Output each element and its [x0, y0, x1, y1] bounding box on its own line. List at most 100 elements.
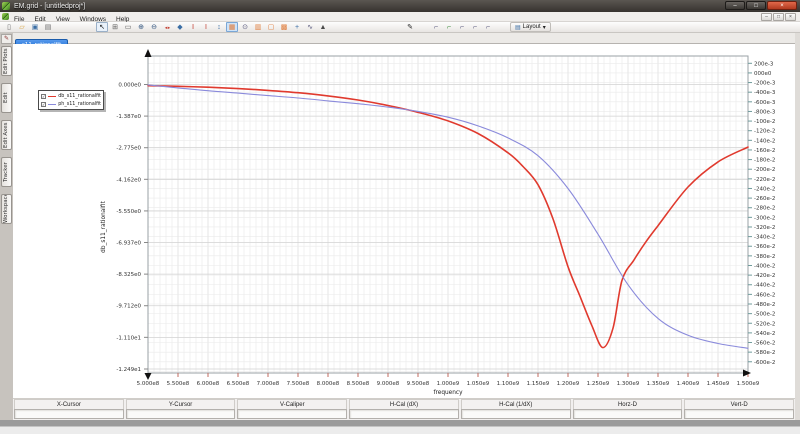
grid — [148, 56, 748, 373]
measure-header[interactable]: H-Cal (1/dX) — [461, 399, 571, 409]
open-folder-icon[interactable]: ▱ — [16, 22, 28, 32]
smooth-curve-icon[interactable]: ∿ — [304, 22, 316, 32]
sidebar-tab-edit-graph[interactable]: Edit Graph — [1, 83, 12, 113]
left-tick-label: 0.000e0 — [118, 83, 141, 89]
select-arrow-icon[interactable]: ↖ — [96, 22, 108, 32]
right-tick-label: 200e-3 — [754, 61, 774, 67]
edit-pencil-icon[interactable]: ✎ — [1, 34, 12, 44]
right-tick-label: -340e-2 — [754, 235, 775, 241]
right-tick-label: -800e-3 — [754, 109, 776, 115]
left-tick-label: -1.249e1 — [116, 367, 141, 373]
axis-ticks: 5.000e85.500e86.000e86.500e87.000e87.500… — [116, 61, 775, 387]
minimize-button[interactable]: – — [725, 1, 745, 10]
print-icon[interactable]: ▤ — [42, 22, 54, 32]
measure-value-field[interactable] — [349, 409, 459, 419]
measure-header[interactable]: X-Cursor — [14, 399, 124, 409]
corner-toggle-1-icon[interactable]: ⌐ — [430, 22, 442, 32]
right-tick-label: -200e-2 — [754, 167, 775, 173]
document-logo-icon — [2, 13, 9, 20]
legend-item[interactable]: ✓ db_s11_rationalfit — [41, 92, 101, 100]
legend[interactable]: ✓ db_s11_rationalfit✓ph_s11_rationalfit — [38, 90, 104, 110]
v-range-icon[interactable]: ↕ — [213, 22, 225, 32]
corner-toggle-4-icon[interactable]: ⌐ — [469, 22, 481, 32]
measure-value-field[interactable] — [684, 409, 794, 419]
zoom-select-icon[interactable]: ⊙ — [239, 22, 251, 32]
app-window: EM.grid - [untitledproj*] –□× FileEditVi… — [0, 0, 800, 434]
x-axis-origin-arrow-icon — [145, 373, 152, 380]
marker-pair-icon[interactable]: ◄► — [161, 22, 173, 32]
measure-column-horz-d: Horz-D — [572, 399, 684, 420]
maximize-button[interactable]: □ — [746, 1, 766, 10]
left-tick-label: -5.550e0 — [116, 209, 141, 215]
mdi-restore-button[interactable]: □ — [773, 13, 784, 21]
right-tick-label: -460e-2 — [754, 292, 775, 298]
legend-item[interactable]: ✓ph_s11_rationalfit — [41, 100, 101, 108]
measure-header[interactable]: Horz-D — [573, 399, 683, 409]
plot-grid-icon[interactable]: ▦ — [226, 22, 238, 32]
right-tick-label: -580e-2 — [754, 350, 775, 356]
legend-checkbox[interactable]: ✓ — [41, 102, 46, 107]
corner-toggle-2-icon[interactable]: ⌐ — [443, 22, 455, 32]
x-tick-label: 9.500e8 — [407, 381, 430, 387]
sidebar-tab-edit-axes[interactable]: Edit Axes — [1, 120, 12, 150]
right-tick-label: -400e-2 — [754, 263, 775, 269]
measure-header[interactable]: V-Caliper — [237, 399, 347, 409]
right-tick-label: -240e-2 — [754, 186, 775, 192]
v-cursor-icon[interactable]: Ⅰ — [187, 22, 199, 32]
x-tick-label: 1.100e9 — [497, 381, 520, 387]
x-tick-label: 8.500e8 — [347, 381, 370, 387]
legend-label: db_s11_rationalfit — [58, 94, 101, 99]
plot-region: 5.000e85.500e86.000e86.500e87.000e87.500… — [13, 44, 795, 398]
pan-icon[interactable]: ⊞ — [109, 22, 121, 32]
layout-window-icon[interactable]: ▢ — [265, 22, 277, 32]
measure-column-v-caliper: V-Caliper — [236, 399, 348, 420]
measure-header[interactable]: Y-Cursor — [126, 399, 236, 409]
marker-add-icon[interactable]: ◆ — [174, 22, 186, 32]
sidebar-tab-edit-plots[interactable]: Edit Plots — [1, 46, 12, 76]
pen-icon[interactable]: ✎ — [404, 22, 416, 32]
new-file-icon[interactable]: ▯ — [3, 22, 15, 32]
i-cursor-icon[interactable]: I — [200, 22, 212, 32]
y-axis-end-arrow-icon — [145, 49, 152, 57]
sidebar-tab-tracker[interactable]: Tracker — [1, 157, 12, 187]
measure-column-y-cursor: Y-Cursor — [125, 399, 237, 420]
x-tick-label: 6.500e8 — [227, 381, 250, 387]
measure-column-h-cal-dx-: H-Cal (dX) — [348, 399, 460, 420]
zoom-out-icon[interactable]: ⊖ — [148, 22, 160, 32]
zoom-box-icon[interactable]: ▭ — [122, 22, 134, 32]
layout-grid-icon[interactable]: ▩ — [278, 22, 290, 32]
corner-toggle-5-icon[interactable]: ⌐ — [482, 22, 494, 32]
mdi-close-button[interactable]: × — [785, 13, 796, 21]
measure-value-field[interactable] — [14, 409, 124, 419]
add-plot-icon[interactable]: + — [291, 22, 303, 32]
right-tick-label: -300e-2 — [754, 215, 775, 221]
measure-value-field[interactable] — [461, 409, 571, 419]
layout-button-label: Layout — [523, 24, 541, 30]
layout-button[interactable]: ▤Layout▾ — [510, 22, 551, 32]
peak-icon[interactable]: ▲ — [317, 22, 329, 32]
left-tick-label: -6.937e0 — [116, 241, 141, 247]
sidebar-tab-workspace[interactable]: Workspace — [1, 194, 12, 224]
measure-column-vert-d: Vert-D — [683, 399, 795, 420]
measure-value-field[interactable] — [126, 409, 236, 419]
measure-value-field[interactable] — [237, 409, 347, 419]
left-tick-label: -4.162e0 — [116, 177, 141, 183]
layout-columns-icon[interactable]: ▥ — [252, 22, 264, 32]
right-tick-label: -520e-2 — [754, 321, 775, 327]
save-icon[interactable]: ▣ — [29, 22, 41, 32]
close-button[interactable]: × — [767, 1, 797, 10]
x-tick-label: 1.350e9 — [647, 381, 670, 387]
corner-toggle-3-icon[interactable]: ⌐ — [456, 22, 468, 32]
mdi-minimize-button[interactable]: – — [761, 13, 772, 21]
layout-grid-small-icon: ▤ — [515, 24, 521, 31]
left-tick-label: -8.325e0 — [116, 272, 141, 278]
x-tick-label: 1.450e9 — [707, 381, 730, 387]
zoom-in-icon[interactable]: ⊕ — [135, 22, 147, 32]
right-tick-label: -540e-2 — [754, 331, 775, 337]
right-tick-label: -360e-2 — [754, 244, 775, 250]
measure-value-field[interactable] — [573, 409, 683, 419]
measure-header[interactable]: Vert-D — [684, 399, 794, 409]
left-tick-label: -9.712e0 — [116, 304, 141, 310]
legend-checkbox[interactable]: ✓ — [41, 94, 46, 99]
measure-header[interactable]: H-Cal (dX) — [349, 399, 459, 409]
